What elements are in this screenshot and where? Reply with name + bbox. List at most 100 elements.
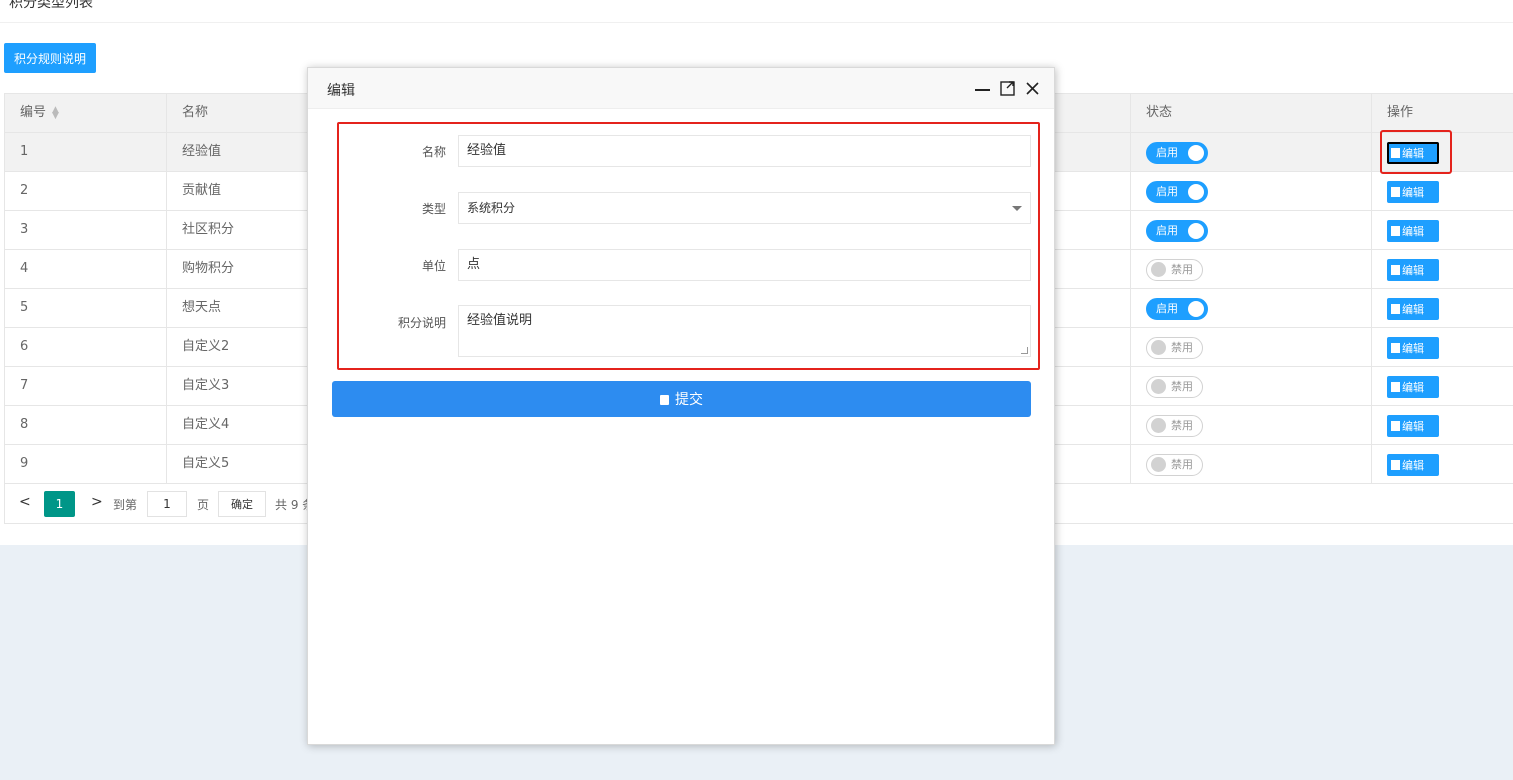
row-name: 想天点: [166, 289, 326, 327]
status-toggle[interactable]: 启用: [1146, 142, 1208, 164]
page-jump-input[interactable]: [147, 491, 187, 517]
edit-label: 编辑: [1402, 342, 1424, 355]
modal-tools: [975, 78, 1040, 98]
status-toggle[interactable]: 禁用: [1146, 259, 1203, 281]
row-name: 自定义4: [166, 406, 326, 444]
desc-value: 经验值说明: [467, 313, 533, 328]
highlight-box-edit: [1380, 130, 1452, 174]
row-id: 6: [20, 339, 29, 354]
edit-label: 编辑: [1402, 303, 1424, 316]
edit-label: 编辑: [1402, 459, 1424, 472]
page-confirm-button[interactable]: 确定: [218, 491, 266, 517]
row-op-cell: 编辑: [1371, 328, 1513, 366]
status-toggle[interactable]: 启用: [1146, 220, 1208, 242]
row-id: 3: [20, 222, 29, 237]
modal-header: 编辑: [308, 68, 1054, 109]
edit-button[interactable]: 编辑: [1387, 220, 1439, 242]
row-status-cell: 禁用: [1130, 406, 1371, 444]
row-status-cell: 禁用: [1130, 367, 1371, 405]
row-id: 8: [20, 417, 29, 432]
header-id-label: 编号: [20, 105, 47, 120]
status-toggle[interactable]: 禁用: [1146, 415, 1203, 437]
submit-button[interactable]: 提交: [332, 381, 1031, 417]
status-toggle[interactable]: 禁用: [1146, 376, 1203, 398]
row-op-cell: 编辑: [1371, 289, 1513, 327]
row-id: 2: [20, 183, 29, 198]
row-name: 社区积分: [166, 211, 326, 249]
edit-icon: [1391, 304, 1400, 314]
minimize-icon[interactable]: [975, 78, 990, 98]
edit-button[interactable]: 编辑: [1387, 337, 1439, 359]
prev-page-icon[interactable]: <: [19, 494, 31, 510]
name-label: 名称: [421, 145, 446, 159]
row-id: 1: [20, 144, 29, 159]
row-op-cell: 编辑: [1371, 406, 1513, 444]
close-icon[interactable]: [1025, 78, 1040, 98]
edit-button[interactable]: 编辑: [1387, 454, 1439, 476]
next-page-icon[interactable]: >: [91, 494, 103, 510]
header-op: 操作: [1371, 94, 1513, 132]
edit-button[interactable]: 编辑: [1387, 298, 1439, 320]
row-id: 4: [20, 261, 29, 276]
row-name: 自定义3: [166, 367, 326, 405]
edit-icon: [1391, 421, 1400, 431]
unit-field[interactable]: 点: [458, 249, 1031, 281]
row-op-cell: 编辑: [1371, 250, 1513, 288]
edit-label: 编辑: [1402, 186, 1424, 199]
status-toggle[interactable]: 启用: [1146, 298, 1208, 320]
row-op-cell: 编辑: [1371, 172, 1513, 210]
row-status-cell: 禁用: [1130, 328, 1371, 366]
row-status-cell: 禁用: [1130, 445, 1371, 483]
rule-description-button[interactable]: 积分规则说明: [4, 43, 96, 73]
edit-icon: [1391, 226, 1400, 236]
row-id: 9: [20, 456, 29, 471]
edit-icon: [1391, 187, 1400, 197]
header-id[interactable]: 编号 ▲ ▼: [5, 94, 166, 132]
row-status-cell: 禁用: [1130, 250, 1371, 288]
edit-button[interactable]: 编辑: [1387, 259, 1439, 281]
edit-label: 编辑: [1402, 381, 1424, 394]
row-id: 5: [20, 300, 29, 315]
edit-label: 编辑: [1402, 420, 1424, 433]
status-toggle[interactable]: 禁用: [1146, 337, 1203, 359]
status-toggle[interactable]: 禁用: [1146, 454, 1203, 476]
row-status-cell: 启用: [1130, 133, 1371, 171]
header-name: 名称: [166, 94, 326, 132]
edit-icon: [1391, 265, 1400, 275]
edit-label: 编辑: [1402, 264, 1424, 277]
status-toggle[interactable]: 启用: [1146, 181, 1208, 203]
header-status: 状态: [1130, 94, 1371, 132]
row-op-cell: 编辑: [1371, 367, 1513, 405]
edit-modal: 编辑 名称 经验值 类型 系统积分 单位 点 积分说明 经验值说明 提交: [307, 67, 1055, 745]
row-op-cell: 编辑: [1371, 211, 1513, 249]
resize-grip-icon[interactable]: [1021, 347, 1028, 354]
edit-button[interactable]: 编辑: [1387, 181, 1439, 203]
page-number-current[interactable]: 1: [44, 491, 75, 517]
maximize-icon[interactable]: [1000, 78, 1015, 98]
row-id: 7: [20, 378, 29, 393]
row-name: 经验值: [166, 133, 326, 171]
type-label: 类型: [421, 202, 446, 216]
submit-label: 提交: [675, 392, 703, 408]
row-status-cell: 启用: [1130, 289, 1371, 327]
row-op-cell: 编辑: [1371, 445, 1513, 483]
lock-icon: [660, 395, 669, 405]
row-name: 购物积分: [166, 250, 326, 288]
edit-button[interactable]: 编辑: [1387, 376, 1439, 398]
edit-button[interactable]: 编辑: [1387, 415, 1439, 437]
row-name: 自定义2: [166, 328, 326, 366]
row-status-cell: 启用: [1130, 172, 1371, 210]
sort-icon[interactable]: ▲ ▼: [52, 105, 59, 120]
desc-textarea[interactable]: 经验值说明: [458, 305, 1031, 357]
name-field[interactable]: 经验值: [458, 135, 1031, 167]
modal-title: 编辑: [327, 83, 355, 99]
edit-label: 编辑: [1402, 225, 1424, 238]
desc-label: 积分说明: [397, 316, 446, 330]
page-title: 积分类型列表: [9, 0, 93, 11]
edit-icon: [1391, 343, 1400, 353]
title-divider: [0, 22, 1513, 23]
row-status-cell: 启用: [1130, 211, 1371, 249]
page-word: 页: [197, 498, 210, 512]
edit-icon: [1391, 460, 1400, 470]
type-select[interactable]: 系统积分: [458, 192, 1031, 224]
